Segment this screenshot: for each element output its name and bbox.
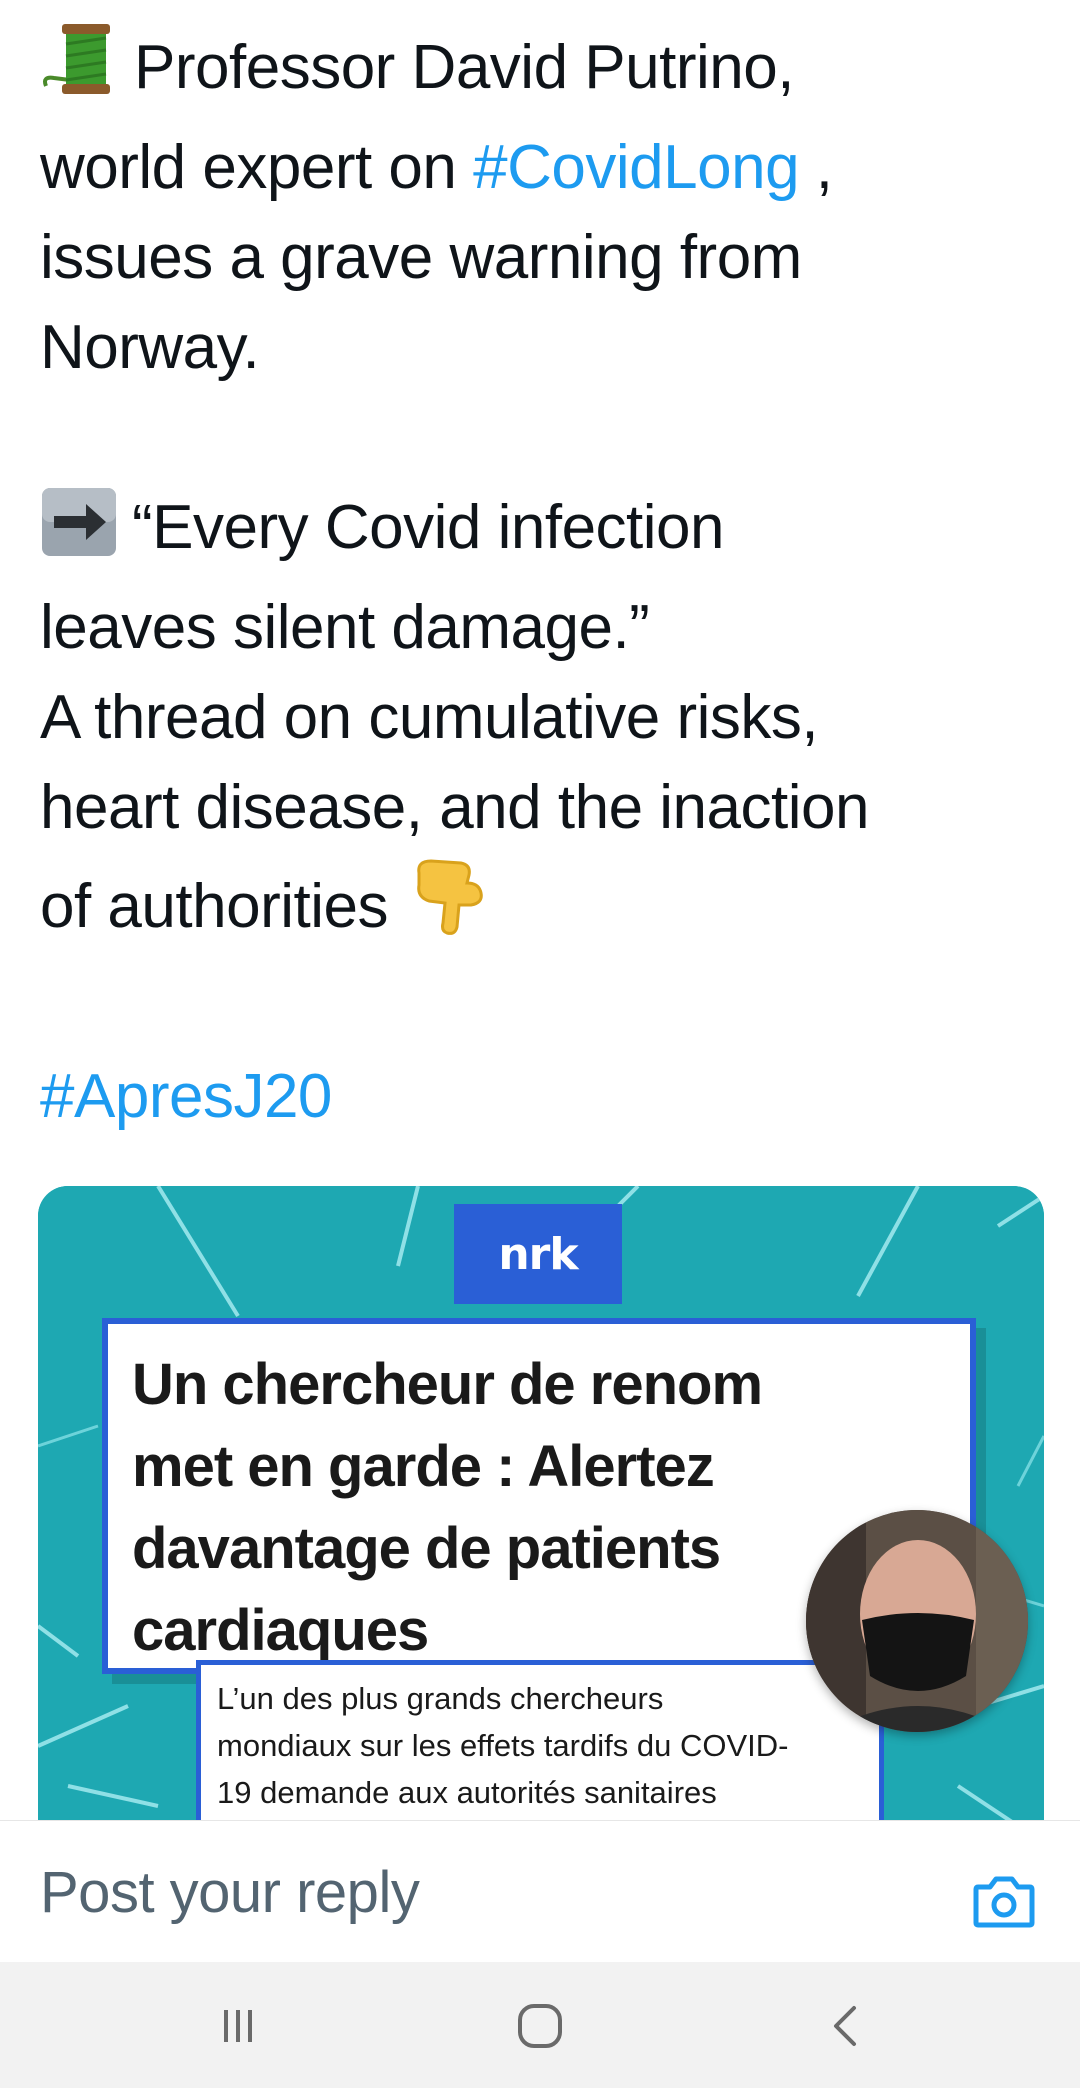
media-image-card[interactable]: nrk Un chercheur de renom met en garde :… — [38, 1186, 1044, 1826]
pointing-down-hand-icon — [409, 853, 489, 962]
tweet-line-7: of authorities — [40, 853, 1050, 962]
tweet-quote-line-2: leaves silent damage.” — [40, 593, 650, 662]
right-arrow-icon — [40, 486, 118, 583]
tweet-line-5: A thread on cumulative risks, — [40, 683, 819, 752]
tweet-quote-line-1: “Every Covid infection — [40, 483, 1050, 583]
tweet-line-6: heart disease, and the inaction — [40, 773, 869, 842]
article-subtext: L’un des plus grands chercheurs mondiaux… — [217, 1681, 789, 1810]
reply-input[interactable]: Post your reply — [40, 1859, 420, 1926]
tweet-line-3: issues a grave warning from — [40, 223, 802, 292]
paragraph-gap-2 — [40, 962, 1050, 1052]
home-icon[interactable] — [510, 1998, 570, 2054]
reply-bar: Post your reply — [0, 1820, 1080, 1963]
recent-apps-icon[interactable] — [208, 1998, 268, 2054]
hashtag-covidlong[interactable]: #CovidLong — [473, 133, 799, 202]
tweet-text: Professor David Putrino, world expert on… — [40, 18, 1050, 1142]
back-icon[interactable] — [816, 1998, 876, 2054]
tweet-hashtag-line: #ApresJ20 — [40, 1052, 1050, 1142]
portrait-photo — [806, 1510, 1028, 1732]
tweet-line-2: world expert on #CovidLong , — [40, 133, 833, 202]
tweet-line-4: Norway. — [40, 313, 260, 382]
nrk-logo: nrk — [454, 1204, 622, 1304]
tweet-line-1-text: Professor David Putrino, — [134, 33, 794, 102]
article-subtext-box: L’un des plus grands chercheurs mondiaux… — [196, 1660, 884, 1826]
camera-icon[interactable] — [972, 1873, 1036, 1931]
system-navigation-bar — [0, 1962, 1080, 2088]
thread-spool-icon — [40, 18, 120, 123]
tweet-line-1: Professor David Putrino, — [40, 18, 1050, 123]
hashtag-apresj20[interactable]: #ApresJ20 — [40, 1062, 332, 1131]
